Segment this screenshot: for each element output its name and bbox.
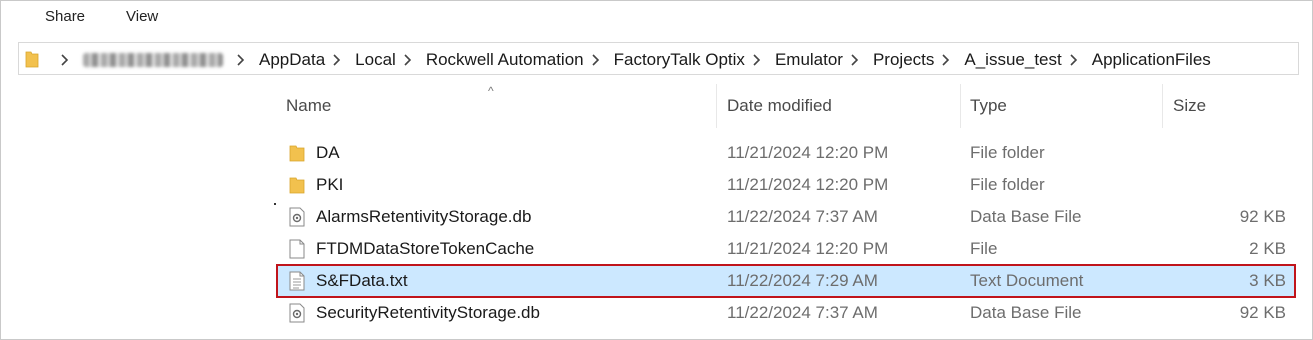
file-type: File folder [970,175,1045,194]
breadcrumb-rockwell-automation[interactable]: Rockwell Automation [426,50,584,70]
file-size: 92 KB [1239,303,1286,322]
file-type: File folder [970,143,1045,162]
breadcrumb-local[interactable]: Local [355,50,396,70]
chevron-right-icon[interactable] [590,53,602,66]
chevron-right-icon[interactable] [59,53,71,66]
redacted-username [83,52,223,67]
text-file-icon [289,271,305,291]
column-header-type[interactable]: Type [970,96,1007,116]
list-item[interactable]: PKI 11/21/2024 12:20 PM File folder [278,170,1294,200]
chevron-right-icon[interactable] [402,53,414,66]
file-type: Data Base File [970,207,1082,226]
column-header-row: ^ Name Date modified Type Size [0,84,1311,128]
ribbon: Share View [0,0,1311,34]
sort-ascending-icon: ^ [488,84,494,98]
list-item[interactable]: FTDMDataStoreTokenCache 11/21/2024 12:20… [278,234,1294,264]
tab-share[interactable]: Share [45,8,85,25]
file-name: FTDMDataStoreTokenCache [316,239,535,258]
chevron-right-icon[interactable] [1068,53,1080,66]
chevron-right-icon[interactable] [751,53,763,66]
file-type: Data Base File [970,303,1082,322]
column-divider[interactable] [960,84,961,128]
folder-icon [25,51,39,68]
column-divider[interactable] [1162,84,1163,128]
breadcrumb-a-issue-test[interactable]: A_issue_test [964,50,1061,70]
folder-icon [289,145,305,162]
file-date: 11/21/2024 12:20 PM [727,239,889,258]
stray-dot [274,203,276,205]
chevron-right-icon[interactable] [235,53,247,66]
file-name: AlarmsRetentivityStorage.db [316,207,532,226]
breadcrumb-applicationfiles[interactable]: ApplicationFiles [1092,50,1211,70]
file-date: 11/21/2024 12:20 PM [727,143,889,162]
file-name: PKI [316,175,344,194]
breadcrumb-appdata[interactable]: AppData [259,50,325,70]
breadcrumb-projects[interactable]: Projects [873,50,934,70]
breadcrumb-emulator[interactable]: Emulator [775,50,843,70]
file-name: S&FData.txt [316,271,408,290]
chevron-right-icon[interactable] [940,53,952,66]
file-name: DA [316,143,340,162]
list-item-selected[interactable]: S&FData.txt 11/22/2024 7:29 AM Text Docu… [276,264,1296,298]
chevron-right-icon[interactable] [849,53,861,66]
folder-icon [289,177,305,194]
file-date: 11/22/2024 7:29 AM [727,271,878,290]
chevron-right-icon[interactable] [331,53,343,66]
address-bar[interactable]: AppData Local Rockwell Automation Factor… [18,42,1299,75]
file-date: 11/22/2024 7:37 AM [727,303,878,322]
file-type: Text Document [970,271,1084,290]
file-size: 3 KB [1249,271,1286,290]
file-date: 11/21/2024 12:20 PM [727,175,889,194]
file-size: 92 KB [1239,207,1286,226]
db-file-icon [289,303,305,323]
breadcrumb-factorytalk-optix[interactable]: FactoryTalk Optix [614,50,745,70]
column-header-name[interactable]: Name [286,96,331,116]
blank-file-icon [289,239,305,259]
breadcrumb: AppData Local Rockwell Automation Factor… [53,43,1211,76]
column-header-date-modified[interactable]: Date modified [727,96,832,116]
db-file-icon [289,207,305,227]
list-item[interactable]: AlarmsRetentivityStorage.db 11/22/2024 7… [278,202,1294,232]
column-divider[interactable] [716,84,717,128]
file-name: SecurityRetentivityStorage.db [316,303,540,322]
tab-view[interactable]: View [126,8,158,25]
list-item[interactable]: SecurityRetentivityStorage.db 11/22/2024… [278,298,1294,328]
file-type: File [970,239,998,258]
list-item[interactable]: DA 11/21/2024 12:20 PM File folder [278,138,1294,168]
column-header-size[interactable]: Size [1173,96,1206,116]
file-date: 11/22/2024 7:37 AM [727,207,878,226]
file-size: 2 KB [1249,239,1286,258]
